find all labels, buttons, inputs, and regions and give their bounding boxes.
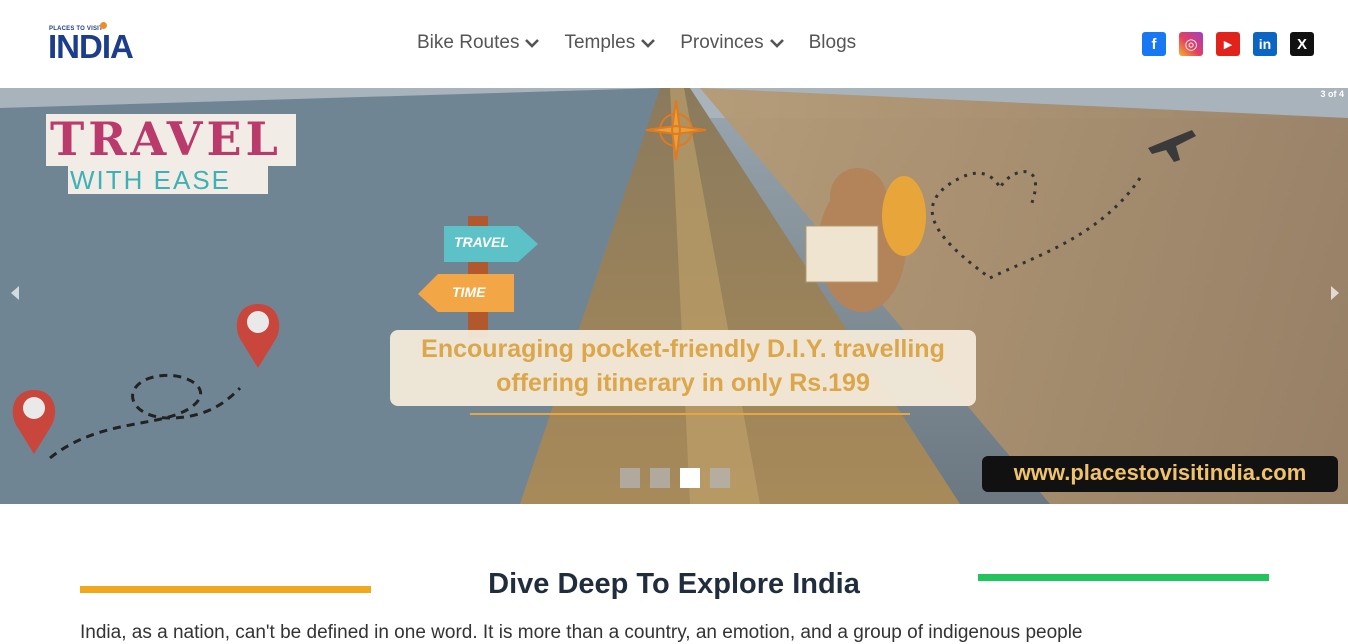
nav-label: Blogs: [808, 32, 857, 53]
nav-label: Provinces: [680, 32, 764, 53]
chevron-down-icon: [525, 39, 540, 48]
youtube-icon[interactable]: ▶: [1216, 32, 1240, 56]
instagram-glyph: ◎: [1184, 36, 1198, 53]
section-intro: India, as a nation, can't be defined in …: [80, 622, 1083, 643]
logo-wordmark: INDIA: [48, 28, 134, 65]
facebook-glyph: f: [1151, 35, 1157, 53]
carousel-dot-4[interactable]: [710, 468, 730, 488]
carousel-dot-1[interactable]: [620, 468, 640, 488]
site-header: PLACES TO VISIT INDIA Bike Routes Temple…: [0, 0, 1348, 88]
nav-label: Bike Routes: [417, 32, 520, 53]
website-label: www.placestovisitindia.com: [1013, 460, 1307, 485]
caption-line-1: Encouraging pocket-friendly D.I.Y. trave…: [421, 335, 945, 363]
sign-top-label: TRAVEL: [454, 234, 509, 250]
carousel-dot-3[interactable]: [680, 468, 700, 488]
nav-blogs[interactable]: Blogs: [809, 32, 857, 54]
site-logo[interactable]: PLACES TO VISIT INDIA: [48, 20, 134, 66]
hero-carousel: TRAVEL WITH EASE TRAVEL TIME Encouraging…: [0, 88, 1348, 504]
nav-provinces[interactable]: Provinces: [680, 32, 784, 54]
nav-bike-routes[interactable]: Bike Routes: [417, 32, 540, 54]
badge-title: TRAVEL: [50, 112, 282, 166]
x-icon[interactable]: X: [1290, 32, 1314, 56]
sign-bottom-label: TIME: [452, 284, 486, 300]
carousel-indicators: [620, 468, 730, 488]
social-links: f ◎ ▶ in X: [1142, 32, 1314, 56]
travel-badge: TRAVEL WITH EASE: [50, 112, 294, 194]
chevron-down-icon: [641, 39, 656, 48]
section-title: Dive Deep To Explore India: [488, 568, 860, 600]
nav-label: Temples: [564, 32, 636, 53]
slide-caption: Encouraging pocket-friendly D.I.Y. trave…: [390, 332, 976, 400]
youtube-glyph: ▶: [1223, 38, 1233, 51]
main-nav: Bike Routes Temples Provinces Blogs: [417, 32, 880, 54]
slide-counter: 3 of 4: [1320, 89, 1344, 99]
carousel-next-icon[interactable]: [1328, 285, 1342, 301]
caption-line-2: offering itinerary in only Rs.199: [496, 369, 870, 397]
nav-temples[interactable]: Temples: [564, 32, 656, 54]
linkedin-icon[interactable]: in: [1253, 32, 1277, 56]
carousel-prev-icon[interactable]: [8, 285, 22, 301]
instagram-icon[interactable]: ◎: [1179, 32, 1203, 56]
badge-subtitle: WITH EASE: [70, 165, 232, 195]
carousel-dot-2[interactable]: [650, 468, 670, 488]
chevron-down-icon: [769, 39, 784, 48]
x-glyph: X: [1296, 35, 1307, 53]
facebook-icon[interactable]: f: [1142, 32, 1166, 56]
linkedin-glyph: in: [1258, 36, 1272, 52]
